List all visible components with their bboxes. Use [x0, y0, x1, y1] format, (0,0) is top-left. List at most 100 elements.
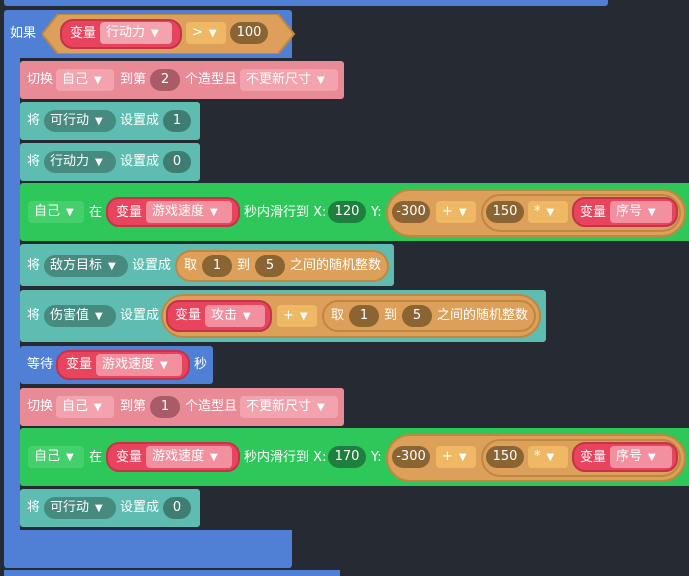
size-mode-dropdown[interactable]: 不更新尺寸 ▼ [240, 69, 338, 91]
operator-symbol: > [192, 25, 203, 40]
to-label: 到第 [120, 399, 147, 414]
costume-index[interactable]: 2 [150, 69, 180, 91]
random-label: 取 [331, 308, 345, 323]
costume-index[interactable]: 1 [150, 396, 180, 418]
chevron-down-icon: ▼ [95, 311, 103, 322]
variable-dropdown[interactable]: 游戏速度 ▼ [146, 446, 232, 468]
chevron-down-icon: ▼ [95, 157, 103, 168]
variable-dropdown[interactable]: 序号 ▼ [610, 201, 672, 223]
set-value[interactable]: 0 [163, 497, 191, 519]
compare-value[interactable]: 100 [230, 22, 268, 44]
variable-label: 变量 [580, 450, 607, 465]
chevron-down-icon: ▼ [317, 75, 325, 86]
add-left-value[interactable]: -300 [392, 201, 430, 223]
variable-name: 行动力 [106, 25, 146, 40]
add-op-dropdown[interactable]: + ▼ [436, 201, 476, 223]
variable-name: 可行动 [50, 500, 90, 515]
chevron-down-icon: ▼ [546, 207, 555, 218]
set-mid: 设置成 [120, 500, 160, 515]
sprite-dropdown[interactable]: 自己 ▼ [28, 446, 84, 468]
variable-label: 变量 [580, 205, 607, 220]
size-mode: 不更新尺寸 [246, 72, 312, 87]
variable-dropdown[interactable]: 伤害值 ▼ [44, 305, 116, 327]
variable-dropdown[interactable]: 行动力 ▼ [44, 151, 116, 173]
switch-label: 切换 [27, 399, 54, 414]
set-prefix: 将 [27, 113, 41, 128]
chevron-down-icon: ▼ [66, 207, 74, 218]
variable-name: 游戏速度 [152, 204, 205, 219]
add-left-value[interactable]: -300 [392, 446, 430, 468]
variable-dropdown[interactable]: 游戏速度 ▼ [146, 201, 232, 223]
x-value[interactable]: 120 [328, 201, 366, 223]
variable-dropdown[interactable]: 游戏速度 ▼ [96, 354, 182, 376]
random-to[interactable]: 5 [255, 255, 285, 277]
set-prefix: 将 [27, 258, 41, 273]
operator-symbol: + [442, 204, 453, 219]
variable-dropdown[interactable]: 行动力 ▼ [100, 22, 172, 44]
chevron-down-icon: ▼ [648, 207, 656, 218]
add-op-dropdown[interactable]: + ▼ [436, 446, 476, 468]
variable-dropdown[interactable]: 敌方目标 ▼ [44, 255, 128, 277]
if-block-footer[interactable] [4, 530, 292, 568]
chevron-down-icon: ▼ [243, 311, 251, 322]
operator-symbol: * [534, 449, 541, 464]
wait-label: 等待 [27, 357, 54, 372]
if-keyword: 如果 [10, 26, 37, 41]
random-from[interactable]: 1 [202, 255, 232, 277]
glide-mid: 秒内滑行到 X: [244, 450, 327, 465]
random-suffix: 之间的随机整数 [437, 308, 529, 323]
variable-name: 游戏速度 [152, 449, 205, 464]
multiply-left-value[interactable]: 150 [486, 201, 524, 223]
variable-dropdown[interactable]: 序号 ▼ [610, 446, 672, 468]
chevron-down-icon: ▼ [160, 360, 168, 371]
set-prefix: 将 [27, 308, 41, 323]
chevron-down-icon: ▼ [95, 503, 103, 514]
random-from[interactable]: 1 [349, 305, 379, 327]
variable-label: 变量 [70, 26, 97, 41]
operator-dropdown[interactable]: > ▼ [186, 22, 226, 44]
set-value[interactable]: 1 [163, 110, 191, 132]
x-value[interactable]: 170 [328, 446, 366, 468]
y-label: Y: [371, 205, 382, 220]
variable-dropdown[interactable]: 可行动 ▼ [44, 497, 116, 519]
multiply-op-dropdown[interactable]: * ▼ [528, 201, 568, 223]
operator-symbol: * [534, 204, 541, 219]
variable-label: 变量 [66, 357, 93, 372]
set-mid: 设置成 [120, 113, 160, 128]
chevron-down-icon: ▼ [151, 28, 159, 39]
seconds-label: 秒 [194, 357, 208, 372]
random-suffix: 之间的随机整数 [290, 258, 382, 273]
variable-name: 行动力 [50, 154, 90, 169]
variable-name: 伤害值 [50, 308, 90, 323]
costume-suffix: 个造型且 [185, 72, 238, 87]
random-to-label: 到 [384, 308, 398, 323]
in-label: 在 [89, 205, 103, 220]
sprite-dropdown[interactable]: 自己 ▼ [56, 396, 114, 418]
chevron-down-icon: ▼ [648, 452, 656, 463]
variable-name: 攻击 [211, 308, 238, 323]
random-to[interactable]: 5 [402, 305, 432, 327]
size-mode: 不更新尺寸 [246, 399, 312, 414]
sprite-name: 自己 [34, 204, 61, 219]
sprite-name: 自己 [62, 399, 89, 414]
sprite-dropdown[interactable]: 自己 ▼ [28, 201, 84, 223]
variable-name: 序号 [616, 449, 643, 464]
variable-dropdown[interactable]: 攻击 ▼ [205, 305, 265, 327]
variable-name: 敌方目标 [50, 258, 103, 273]
multiply-left-value[interactable]: 150 [486, 446, 524, 468]
multiply-op-dropdown[interactable]: * ▼ [528, 446, 568, 468]
if-block-arm [4, 56, 20, 536]
chevron-down-icon: ▼ [108, 261, 116, 272]
sprite-name: 自己 [62, 72, 89, 87]
switch-label: 切换 [27, 72, 54, 87]
add-op-dropdown[interactable]: + ▼ [277, 305, 317, 327]
variable-dropdown[interactable]: 可行动 ▼ [44, 110, 116, 132]
size-mode-dropdown[interactable]: 不更新尺寸 ▼ [240, 396, 338, 418]
sprite-dropdown[interactable]: 自己 ▼ [56, 69, 114, 91]
next-block-edge [4, 570, 340, 576]
operator-symbol: + [283, 308, 294, 323]
costume-suffix: 个造型且 [185, 399, 238, 414]
chevron-down-icon: ▼ [458, 207, 467, 218]
set-value[interactable]: 0 [163, 151, 191, 173]
variable-name: 可行动 [50, 113, 90, 128]
